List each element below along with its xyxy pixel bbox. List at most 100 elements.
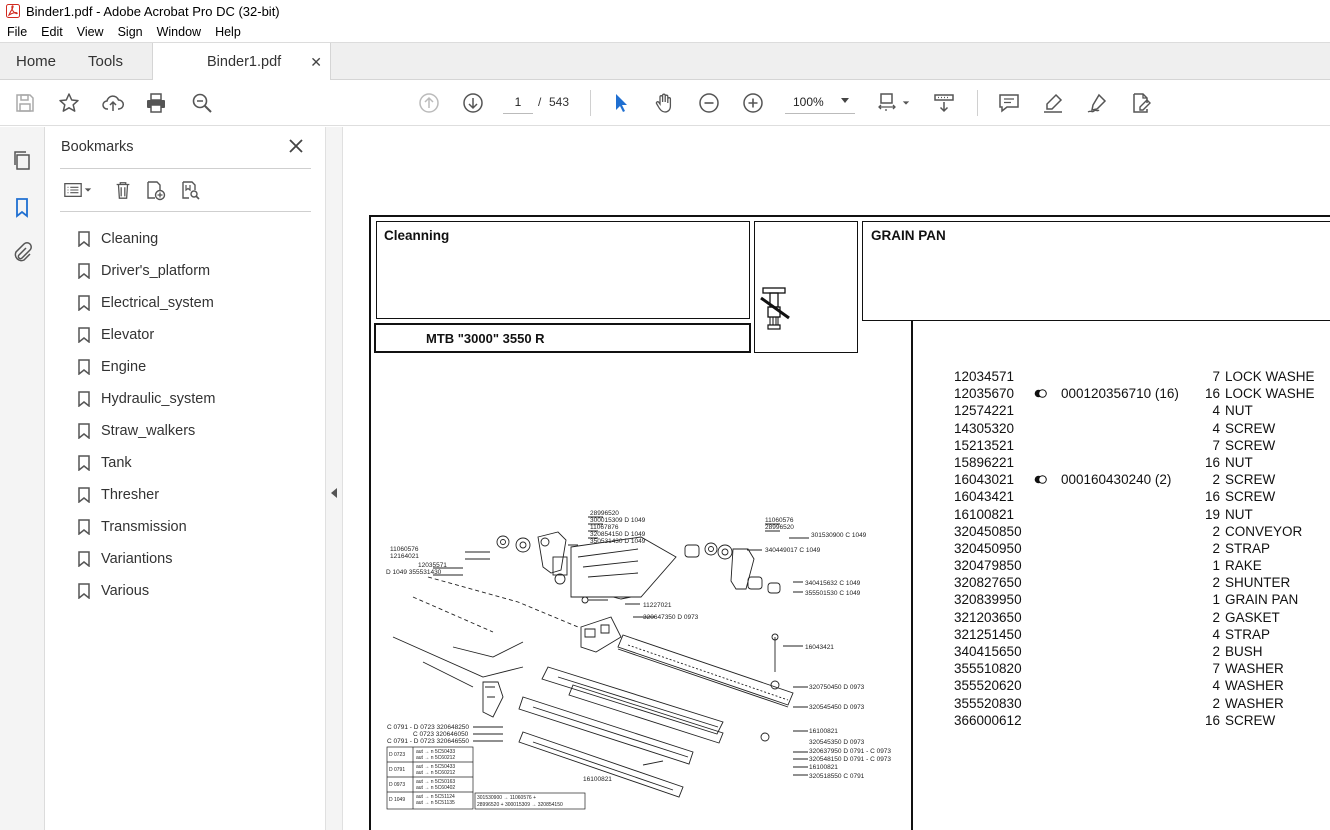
menu-window[interactable]: Window <box>150 25 208 39</box>
document-viewport[interactable]: Cleanning MTB "3000" 3550 R GRAIN PAN 12… <box>343 127 1330 830</box>
menu-help[interactable]: Help <box>208 25 248 39</box>
chevron-down-icon[interactable] <box>900 91 912 115</box>
chevron-down-icon[interactable] <box>82 179 94 201</box>
hand-tool-icon[interactable] <box>653 91 677 115</box>
page-thumbnails-icon[interactable] <box>10 148 34 172</box>
new-bookmark-icon[interactable] <box>145 179 167 201</box>
bookmark-label: Hydraulic_system <box>101 391 216 407</box>
svg-text:320647350 D 0973: 320647350 D 0973 <box>643 614 699 621</box>
part-alt-number: 000160430240 (2) <box>1034 471 1171 488</box>
part-row: 12574221 4 NUT <box>954 402 1330 419</box>
menu-file[interactable]: File <box>0 25 34 39</box>
section-title: Cleanning <box>384 228 450 243</box>
bookmark-item[interactable]: Variantions <box>78 543 318 575</box>
part-description: LOCK WASHE <box>1225 369 1315 384</box>
options-list-icon[interactable] <box>62 179 84 201</box>
bookmark-item[interactable]: Straw_walkers <box>78 415 318 447</box>
bookmark-search-icon[interactable] <box>180 179 202 201</box>
panel-collapse-handle[interactable] <box>325 127 343 830</box>
tab-home[interactable]: Home <box>16 43 56 80</box>
upload-cloud-icon[interactable] <box>101 91 125 115</box>
divider <box>60 168 311 169</box>
attachment-paperclip-icon[interactable] <box>10 240 34 264</box>
tab-document[interactable]: Binder1.pdf ✕ <box>152 43 331 81</box>
svg-text:12164021: 12164021 <box>390 553 419 560</box>
menu-view[interactable]: View <box>70 25 111 39</box>
svg-text:12035571: 12035571 <box>418 562 447 569</box>
svg-text:D 0791: D 0791 <box>389 767 405 773</box>
divider <box>60 211 311 212</box>
part-description: STRAP <box>1225 626 1271 642</box>
part-number: 16100821 <box>954 506 1015 522</box>
close-tab-icon[interactable]: ✕ <box>310 54 322 71</box>
select-cursor-icon[interactable] <box>609 91 633 115</box>
svg-text:320637950 D 0791 - C 0973: 320637950 D 0791 - C 0973 <box>809 748 891 755</box>
bookmarks-toolbar <box>60 177 311 203</box>
part-icon-box <box>754 221 858 353</box>
part-number: 12034571 <box>954 369 1015 384</box>
part-qty: 19 <box>1204 506 1220 522</box>
bookmark-flag-icon <box>78 583 90 599</box>
part-qty: 16 <box>1204 386 1220 402</box>
bookmark-flag-icon <box>78 359 90 375</box>
bookmark-item[interactable]: Driver's_platform <box>78 255 318 287</box>
zoom-in-icon[interactable] <box>741 91 765 115</box>
part-description: SHUNTER <box>1225 575 1291 591</box>
part-description: SCREW <box>1225 437 1276 453</box>
bookmark-item[interactable]: Various <box>78 575 318 607</box>
bookmark-item[interactable]: Electrical_system <box>78 287 318 319</box>
bookmark-item[interactable]: Tank <box>78 447 318 479</box>
part-row: 12034571 7 LOCK WASHE <box>954 368 1330 385</box>
zoom-select[interactable]: 100% <box>785 90 855 114</box>
part-number: 340415650 <box>954 644 1022 659</box>
svg-text:C 0791 - D 0723 320646550: C 0791 - D 0723 320646550 <box>387 738 469 745</box>
part-description: NUT <box>1225 403 1253 419</box>
svg-text:D 0723: D 0723 <box>389 752 405 758</box>
next-page-icon[interactable] <box>461 91 485 115</box>
page-fit-icon[interactable] <box>876 91 900 115</box>
bookmark-item[interactable]: Elevator <box>78 319 318 351</box>
delete-trash-icon[interactable] <box>112 179 134 201</box>
bookmark-item[interactable]: Transmission <box>78 511 318 543</box>
previous-page-icon[interactable] <box>417 91 441 115</box>
tab-tools[interactable]: Tools <box>88 43 123 80</box>
svg-text:320545350 D 0973: 320545350 D 0973 <box>809 739 865 746</box>
save-icon[interactable] <box>13 91 37 115</box>
print-icon[interactable] <box>144 91 168 115</box>
comment-icon[interactable] <box>997 91 1021 115</box>
star-icon[interactable] <box>57 91 81 115</box>
part-description: LOCK WASHE <box>1225 386 1315 402</box>
bookmark-label: Driver's_platform <box>101 263 211 279</box>
bookmarks-icon[interactable] <box>10 195 34 219</box>
export-edit-icon[interactable] <box>1129 91 1153 115</box>
bookmark-list: Cleaning Driver's_platform Electrical_sy… <box>78 223 318 607</box>
close-panel-icon[interactable] <box>287 137 305 155</box>
bookmark-item[interactable]: Cleaning <box>78 223 318 255</box>
bookmark-item[interactable]: Engine <box>78 351 318 383</box>
toolbar-separator <box>977 90 978 116</box>
bookmark-item[interactable]: Thresher <box>78 479 318 511</box>
bookmark-item[interactable]: Hydraulic_system <box>78 383 318 415</box>
menu-edit[interactable]: Edit <box>34 25 70 39</box>
scroll-mode-icon[interactable] <box>932 91 956 115</box>
bookmark-flag-icon <box>78 391 90 407</box>
menu-sign[interactable]: Sign <box>111 25 150 39</box>
part-description: NUT <box>1225 506 1253 522</box>
tab-bar: Home Tools Binder1.pdf ✕ <box>0 42 1330 81</box>
page-separator: / <box>538 95 542 109</box>
part-qty: 2 <box>1212 472 1220 488</box>
zoom-out-icon[interactable] <box>697 91 721 115</box>
part-number: 12035670 <box>954 386 1015 402</box>
page-number-input[interactable] <box>503 90 533 114</box>
bookmarks-title: Bookmarks <box>61 139 134 155</box>
svg-text:11060576: 11060576 <box>765 517 794 524</box>
part-number: 366000612 <box>954 712 1022 728</box>
title-bar: Binder1.pdf - Adobe Acrobat Pro DC (32-b… <box>0 0 1330 22</box>
parts-list: 12034571 7 LOCK WASHE 12035670 000120356710 … <box>954 368 1330 729</box>
svg-text:16100821: 16100821 <box>809 728 838 735</box>
part-qty: 16 <box>1204 489 1220 505</box>
highlight-pen-icon[interactable] <box>1041 91 1065 115</box>
zoom-search-icon[interactable] <box>190 91 214 115</box>
part-qty: 16 <box>1204 712 1220 728</box>
sign-pen-icon[interactable] <box>1085 91 1109 115</box>
